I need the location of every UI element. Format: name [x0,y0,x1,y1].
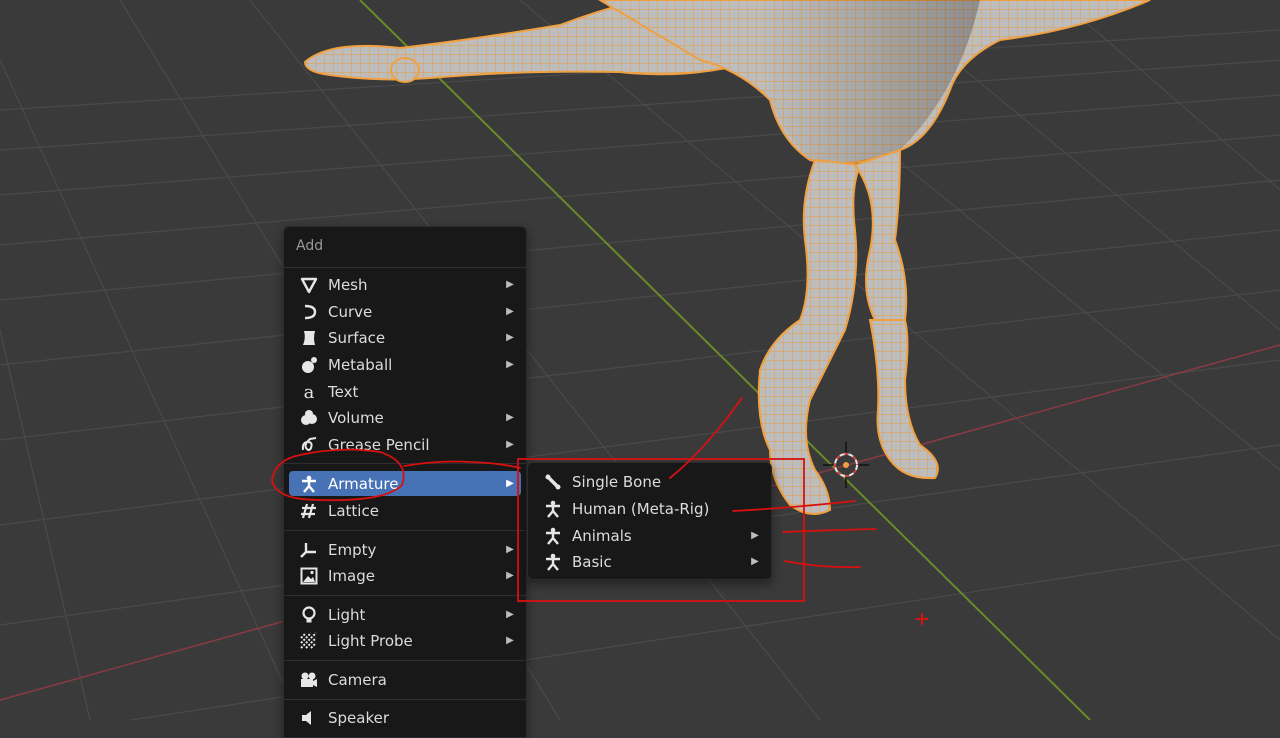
volume-icon [298,408,320,428]
menu-item-label: Text [328,382,359,401]
camera-icon [298,670,320,690]
menu-item-label: Basic [572,552,612,571]
3d-cursor[interactable] [823,442,869,488]
separator [284,463,526,464]
menu-item-label: Mesh [328,275,368,294]
menu-item-speaker[interactable]: Speaker [289,705,521,730]
menu-item-label: Surface [328,328,386,347]
menu-item-label: Image [328,566,375,585]
menu-item-light-probe[interactable]: Light Probe ▶ [289,628,521,653]
submenu-arrow-icon: ▶ [506,359,514,370]
menu-item-lattice[interactable]: Lattice [289,498,521,523]
armature-submenu: Single Bone Human (Meta-Rig) Animals ▶ B… [527,462,772,580]
submenu-arrow-icon: ▶ [751,530,759,541]
origin-marker [916,613,928,625]
menu-item-label: Metaball [328,355,393,374]
menu-item-label: Empty [328,540,377,559]
submenu-arrow-icon: ▶ [751,556,759,567]
submenu-arrow-icon: ▶ [506,570,514,581]
light-probe-icon [298,631,320,651]
metaball-icon [298,355,320,375]
menu-item-label: Curve [328,302,373,321]
surface-icon [298,328,320,348]
image-icon [298,566,320,586]
menu-item-metaball[interactable]: Metaball ▶ [289,352,521,377]
submenu-arrow-icon: ▶ [506,544,514,555]
menu-item-camera[interactable]: Camera [289,667,521,692]
submenu-item-single-bone[interactable]: Single Bone [533,469,766,494]
menu-item-mesh[interactable]: Mesh ▶ [289,272,521,297]
separator [284,595,526,596]
menu-item-image[interactable]: Image ▶ [289,563,521,588]
armature-icon [542,552,564,572]
add-menu: Add Mesh ▶ Curve ▶ Surface ▶ Metaball ▶ … [283,226,527,738]
submenu-arrow-icon: ▶ [506,279,514,290]
armature-icon [542,499,564,519]
svg-text:a: a [304,383,315,401]
menu-item-empty[interactable]: Empty ▶ [289,537,521,562]
separator [284,530,526,531]
submenu-arrow-icon: ▶ [506,306,514,317]
grease-pencil-icon [298,435,320,455]
submenu-item-basic[interactable]: Basic ▶ [533,549,766,574]
submenu-item-animals[interactable]: Animals ▶ [533,523,766,548]
menu-item-label: Lattice [328,501,379,520]
armature-icon [542,526,564,546]
empty-icon [298,540,320,560]
menu-item-label: Light Probe [328,631,413,650]
light-icon [298,605,320,625]
separator [284,699,526,700]
menu-item-label: Camera [328,670,387,689]
menu-item-text[interactable]: a Text [289,379,521,404]
menu-item-surface[interactable]: Surface ▶ [289,325,521,350]
mesh-icon [298,275,320,295]
submenu-arrow-icon: ▶ [506,635,514,646]
viewport-3d[interactable] [0,0,1280,720]
add-menu-title: Add [296,238,324,254]
text-icon: a [298,382,320,402]
menu-item-label: Animals [572,526,632,545]
menu-item-label: Human (Meta-Rig) [572,499,710,518]
submenu-arrow-icon: ▶ [506,332,514,343]
speaker-icon [298,708,320,728]
menu-item-label: Armature [328,474,399,493]
submenu-arrow-icon: ▶ [506,609,514,620]
menu-item-label: Speaker [328,708,390,727]
separator [284,660,526,661]
curve-icon [298,302,320,322]
submenu-arrow-icon: ▶ [506,439,514,450]
menu-item-curve[interactable]: Curve ▶ [289,299,521,324]
menu-item-grease-pencil[interactable]: Grease Pencil ▶ [289,432,521,457]
menu-item-label: Volume [328,408,384,427]
menu-item-light[interactable]: Light ▶ [289,602,521,627]
bone-icon [542,472,564,492]
submenu-item-human-meta-rig[interactable]: Human (Meta-Rig) [533,496,766,521]
submenu-arrow-icon: ▶ [506,478,514,489]
menu-item-armature[interactable]: Armature ▶ [289,471,521,496]
separator [284,267,526,268]
menu-item-label: Light [328,605,366,624]
armature-icon [298,474,320,494]
lattice-icon [298,501,320,521]
menu-item-volume[interactable]: Volume ▶ [289,405,521,430]
menu-item-label: Single Bone [572,472,662,491]
submenu-arrow-icon: ▶ [506,412,514,423]
menu-item-label: Grease Pencil [328,435,430,454]
floor-grid [0,0,1280,720]
